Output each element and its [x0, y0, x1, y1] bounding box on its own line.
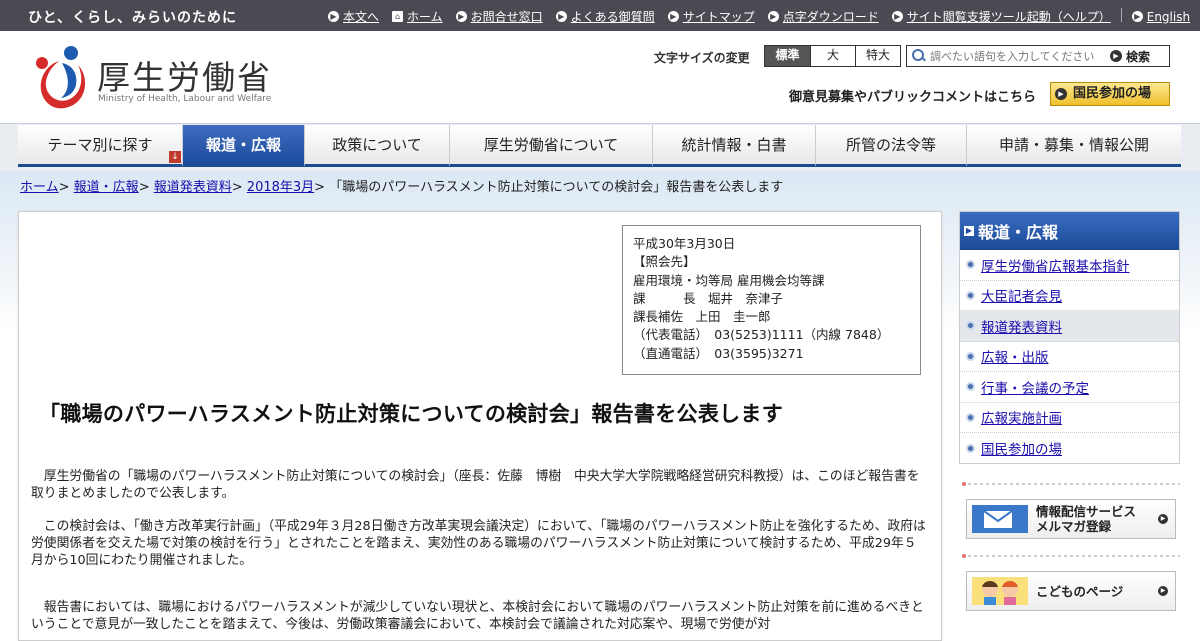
breadcrumb: ホーム> 報道・広報> 報道発表資料> 2018年3月> 「職場のパワーハラスメ… — [20, 180, 784, 195]
sidebar-item-pr-plan[interactable]: 広報実施計画 — [960, 403, 1179, 433]
arrow-circle-icon: ▶ — [455, 11, 467, 22]
arrow-circle-icon: ▶ — [1158, 586, 1168, 596]
site-header: 厚生労働省 Ministry of Health, Labour and Wel… — [0, 31, 1200, 123]
ministry-name-english: Ministry of Health, Labour and Welfare — [98, 94, 272, 104]
font-size-label: 文字サイズの変更 — [654, 51, 750, 65]
bullet-icon — [966, 443, 975, 453]
article-paragraph: この検討会は、「働き方改革実行計画」（平成29年３月28日働き方改革実現会議決定… — [31, 519, 926, 568]
bullet-icon — [966, 321, 975, 331]
dotted-divider — [962, 482, 1180, 486]
kids-icon — [972, 577, 1028, 605]
braille-download-link[interactable]: ▶ 点字ダウンロード — [767, 8, 879, 25]
mhlw-logo[interactable] — [28, 43, 92, 111]
sidebar-item-participation[interactable]: 国民参加の場 — [960, 433, 1179, 464]
contact-info-box: 平成30年3月30日 【照会先】 雇用環境・均等局 雇用機会均等課 課 長 堀井… — [622, 225, 921, 375]
faq-link[interactable]: ▶ よくある御質問 — [555, 8, 655, 25]
public-participation-button[interactable]: ▶ 国民参加の場 — [1050, 82, 1170, 106]
search-input[interactable] — [930, 49, 1108, 63]
sitemap-link[interactable]: ▶ サイトマップ — [667, 8, 755, 25]
public-comment-text: 御意見募集やパブリックコメントはこちら — [789, 90, 1037, 105]
english-link[interactable]: ▶ English — [1131, 8, 1190, 25]
article-paragraph: 報告書においては、職場におけるパワーハラスメントが減少していない現状と、本検討会… — [31, 600, 924, 632]
nav-item-themes[interactable]: テーマ別に探す ↓ — [18, 125, 183, 167]
nav-item-policy[interactable]: 政策について — [305, 125, 450, 167]
ministry-name: 厚生労働省 — [97, 58, 272, 97]
sidebar-item-press-conference[interactable]: 大臣記者会見 — [960, 281, 1179, 311]
home-link[interactable]: ⌂ ホーム — [392, 8, 443, 25]
arrow-circle-icon: ▶ — [1158, 514, 1168, 524]
bullet-icon — [966, 382, 975, 392]
mail-magazine-banner[interactable]: 情報配信サービス メルマガ登録 ▶ — [966, 499, 1176, 539]
accessibility-tool-link[interactable]: ▶ サイト閲覧支援ツール起動（ヘルプ） — [891, 8, 1111, 25]
arrow-circle-icon: ▶ — [1055, 88, 1067, 100]
kids-page-banner[interactable]: こどものページ ▶ — [966, 571, 1176, 611]
bullet-icon — [966, 412, 975, 422]
dotted-divider — [962, 554, 1180, 558]
sidebar-heading: ▶ 報道・広報 — [960, 212, 1179, 250]
sidebar-item-publications[interactable]: 広報・出版 — [960, 342, 1179, 372]
breadcrumb-press-releases[interactable]: 報道発表資料 — [154, 180, 232, 195]
nav-item-press[interactable]: 報道・広報 — [183, 125, 305, 167]
arrow-circle-icon: ▶ — [767, 11, 779, 22]
skip-to-content-link[interactable]: ▶ 本文へ — [328, 8, 379, 25]
envelope-icon — [972, 505, 1028, 533]
sidebar-item-press-releases[interactable]: 報道発表資料 — [960, 311, 1179, 342]
arrow-circle-icon: ▶ — [891, 11, 903, 22]
down-arrow-icon: ↓ — [169, 151, 181, 163]
home-icon: ⌂ — [392, 11, 404, 22]
bullet-icon — [966, 290, 975, 300]
arrow-circle-icon: ▶ — [667, 11, 679, 22]
sidebar-item-pr-policy[interactable]: 厚生労働省広報基本指針 — [960, 250, 1179, 281]
top-bar: ひと、くらし、みらいのために ▶ 本文へ ⌂ ホーム ▶ お問合せ窓口 ▶ よくある御質… — [0, 0, 1200, 31]
contact-link[interactable]: ▶ お問合せ窓口 — [455, 8, 543, 25]
arrow-circle-icon: ▶ — [1110, 50, 1122, 62]
arrow-circle-icon: ▶ — [555, 11, 567, 22]
tagline: ひと、くらし、みらいのために — [28, 10, 238, 26]
font-size-standard-button[interactable]: 標準 — [765, 46, 810, 66]
font-size-switcher: 標準 大 特大 — [764, 45, 901, 67]
search-box: ▶検索 — [906, 45, 1170, 67]
nav-item-applications[interactable]: 申請・募集・情報公開 — [967, 125, 1181, 167]
article: 平成30年3月30日 【照会先】 雇用環境・均等局 雇用機会均等課 課 長 堀井… — [18, 211, 942, 641]
breadcrumb-current: 「職場のパワーハラスメント防止対策についての検討会」報告書を公表します — [329, 180, 784, 195]
search-icon — [912, 48, 927, 64]
sidebar-nav: ▶ 報道・広報 厚生労働省広報基本指針 大臣記者会見 報道発表資料 広報・出版 行… — [959, 211, 1180, 464]
font-size-large-button[interactable]: 大 — [810, 46, 855, 66]
article-title: 「職場のパワーハラスメント防止対策についての検討会」報告書を公表します — [39, 402, 784, 426]
arrow-icon: ▶ — [964, 226, 974, 236]
divider — [1120, 8, 1122, 22]
breadcrumb-month[interactable]: 2018年3月 — [247, 180, 314, 195]
breadcrumb-press[interactable]: 報道・広報 — [74, 180, 139, 195]
bullet-icon — [966, 260, 975, 270]
search-button[interactable]: ▶ 検索 — [1110, 48, 1150, 65]
global-nav: テーマ別に探す ↓ 報道・広報 政策について 厚生労働省について 統計情報・白書 … — [18, 125, 1181, 169]
article-paragraph: 厚生労働省の「職場のパワーハラスメント防止対策についての検討会」（座長：佐藤 博… — [31, 469, 920, 501]
global-nav-bar: テーマ別に探す ↓ 報道・広報 政策について 厚生労働省について 統計情報・白書 … — [0, 123, 1200, 171]
font-size-xlarge-button[interactable]: 特大 — [855, 46, 900, 66]
arrow-circle-icon: ▶ — [328, 11, 339, 22]
arrow-circle-icon: ▶ — [1131, 11, 1143, 22]
breadcrumb-home[interactable]: ホーム — [20, 180, 59, 195]
utility-links: ▶ 本文へ ⌂ ホーム ▶ お問合せ窓口 ▶ よくある御質問 ▶ サイトマップ ▶ 点字ダウ… — [328, 8, 1200, 25]
bullet-icon — [966, 351, 975, 361]
nav-item-about[interactable]: 厚生労働省について — [450, 125, 653, 167]
nav-item-statistics[interactable]: 統計情報・白書 — [653, 125, 816, 167]
nav-item-laws[interactable]: 所管の法令等 — [816, 125, 967, 167]
sidebar-item-events[interactable]: 行事・会議の予定 — [960, 372, 1179, 403]
